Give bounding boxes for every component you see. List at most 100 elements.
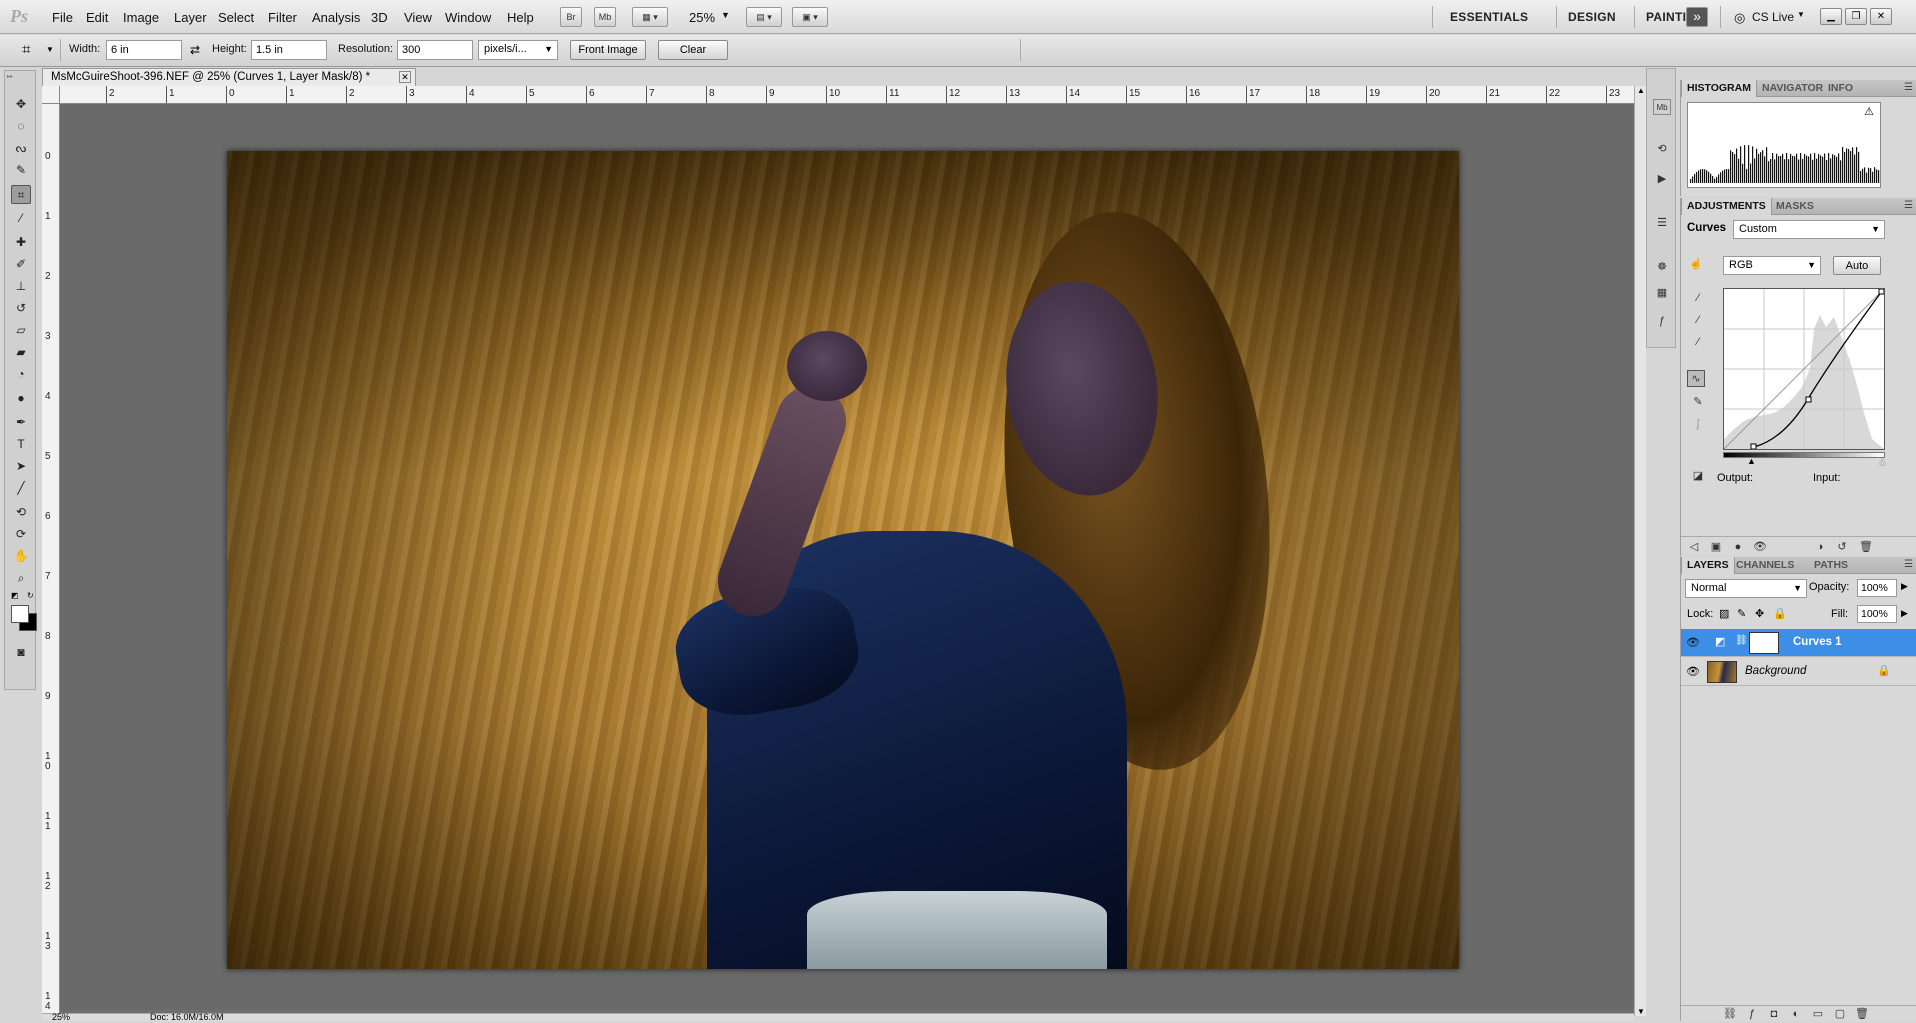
opacity-input[interactable] [1857, 579, 1897, 597]
zoom-level-dropdown[interactable]: 25% [689, 10, 715, 25]
curve-point-black[interactable] [1750, 443, 1757, 450]
menu-select[interactable]: Select [218, 10, 254, 25]
move-tool-icon[interactable]: ✥ [11, 95, 31, 114]
cs-live-menu[interactable]: CS Live [1752, 10, 1794, 24]
panel-menu-icon[interactable]: ☰ [1904, 82, 1913, 93]
return-to-list-icon[interactable]: ◁ [1685, 539, 1703, 556]
tab-masks[interactable]: MASKS [1771, 198, 1819, 215]
channel-select[interactable]: RGB ▼ [1723, 256, 1821, 275]
curves-graph[interactable] [1723, 288, 1885, 450]
history-panel-icon[interactable]: ⟲ [1653, 141, 1671, 157]
spot-healing-tool-icon[interactable]: ✚ [11, 233, 31, 252]
arrange-documents-button[interactable]: ▤ ▾ [746, 7, 782, 27]
lasso-tool-icon[interactable]: ᔓ [11, 139, 31, 158]
quick-mask-icon[interactable]: ◙ [11, 643, 31, 662]
hand-tool-icon[interactable]: ✋ [11, 547, 31, 566]
tab-channels[interactable]: CHANNELS [1731, 557, 1799, 574]
tab-paths[interactable]: PATHS [1809, 557, 1853, 574]
layer-name[interactable]: Background [1745, 665, 1806, 677]
smooth-curve-icon[interactable]: ∫ [1689, 416, 1707, 433]
brush-tool-icon[interactable]: ✐ [11, 255, 31, 274]
tab-histogram[interactable]: HISTOGRAM [1681, 80, 1757, 97]
crop-tool-icon[interactable]: ⌗ [11, 185, 31, 204]
new-group-icon[interactable]: ▭ [1809, 1006, 1827, 1023]
link-layers-icon[interactable]: ⛓ [1721, 1006, 1739, 1023]
menu-analysis[interactable]: Analysis [312, 10, 360, 25]
workspace-essentials[interactable]: ESSENTIALS [1450, 10, 1528, 24]
layer-row-background[interactable]: 👁 Background 🔒 [1681, 658, 1916, 686]
minimize-button[interactable]: ▁ [1820, 8, 1842, 25]
layer-style-icon[interactable]: ƒ [1743, 1006, 1761, 1023]
tab-navigator[interactable]: NAVIGATOR [1757, 80, 1828, 97]
link-icon[interactable]: ⛓ [1735, 635, 1748, 646]
swatches-panel-icon[interactable]: ▦ [1653, 285, 1671, 301]
lock-position-icon[interactable]: ✥ [1755, 607, 1764, 620]
new-adjustment-icon[interactable]: ◐ [1787, 1006, 1805, 1023]
delete-layer-icon[interactable]: 🗑 [1853, 1006, 1871, 1023]
vertical-ruler[interactable]: 0 1 2 3 4 5 6 7 8 9 10 11 12 13 14 [42, 104, 60, 1016]
menu-edit[interactable]: Edit [86, 10, 108, 25]
lock-all-icon[interactable]: 🔒 [1773, 607, 1787, 620]
clip-to-layer-icon[interactable]: ● [1729, 539, 1747, 556]
visibility-icon[interactable]: 👁 [1751, 539, 1769, 556]
marquee-tool-icon[interactable]: ◌ [11, 117, 31, 136]
curve-point-white[interactable] [1878, 288, 1885, 295]
white-slider-icon[interactable]: △ [1879, 456, 1886, 467]
scroll-down-icon[interactable]: ▼ [1637, 1007, 1645, 1016]
more-workspaces-button[interactable]: » [1686, 7, 1708, 27]
panel-menu-icon[interactable]: ☰ [1904, 559, 1913, 570]
workspace-design[interactable]: DESIGN [1568, 10, 1616, 24]
blur-tool-icon[interactable]: ◔ [11, 365, 31, 384]
menu-image[interactable]: Image [123, 10, 159, 25]
3d-orbit-tool-icon[interactable]: ⟳ [11, 525, 31, 544]
menu-view[interactable]: View [404, 10, 432, 25]
targeted-adjustment-icon[interactable]: ☝ [1687, 256, 1705, 273]
type-tool-icon[interactable]: T [11, 435, 31, 454]
history-brush-tool-icon[interactable]: ↺ [11, 299, 31, 318]
menu-help[interactable]: Help [507, 10, 534, 25]
ruler-origin[interactable] [42, 86, 60, 104]
preset-select[interactable]: Custom ▼ [1733, 220, 1885, 239]
tab-info[interactable]: INFO [1823, 80, 1858, 97]
line-tool-icon[interactable]: ╱ [11, 479, 31, 498]
reset-icon[interactable]: ↺ [1833, 539, 1851, 556]
menu-3d[interactable]: 3D [371, 10, 388, 25]
front-image-button[interactable]: Front Image [570, 40, 646, 60]
dodge-tool-icon[interactable]: ● [11, 389, 31, 408]
bridge-button[interactable]: Br [560, 7, 582, 27]
menu-window[interactable]: Window [445, 10, 491, 25]
actions-panel-icon[interactable]: ▶ [1653, 171, 1671, 187]
gray-point-eyedropper-icon[interactable]: ⁄ [1689, 312, 1707, 329]
white-point-eyedropper-icon[interactable]: ⁄ [1689, 334, 1707, 351]
view-extras-button[interactable]: ▦ ▾ [632, 7, 668, 27]
show-clipping-icon[interactable]: ◪ [1689, 468, 1707, 485]
close-button[interactable]: ✕ [1870, 8, 1892, 25]
zoom-chevron-icon[interactable]: ▼ [721, 10, 730, 20]
menu-filter[interactable]: Filter [268, 10, 297, 25]
resolution-unit-select[interactable]: pixels/i... ▼ [478, 40, 558, 60]
clear-button[interactable]: Clear [658, 40, 728, 60]
layer-comps-panel-icon[interactable]: ☰ [1653, 215, 1671, 231]
zoom-tool-icon[interactable]: ⌕ [11, 569, 31, 588]
swap-dimensions-icon[interactable]: ⇄ [190, 43, 200, 57]
toolbox-grip[interactable]: ▸▸ [7, 73, 33, 80]
gradient-tool-icon[interactable]: ▰ [11, 343, 31, 362]
layer-row-curves[interactable]: 👁 ◩ ⛓ Curves 1 [1681, 629, 1916, 657]
curve-point-mid[interactable] [1805, 396, 1812, 403]
mini-bridge-panel-icon[interactable]: Mb [1653, 99, 1671, 115]
layer-name[interactable]: Curves 1 [1793, 636, 1842, 648]
clone-stamp-tool-icon[interactable]: ⊥ [11, 277, 31, 296]
pencil-draw-icon[interactable]: ✎ [1689, 394, 1707, 411]
lock-image-icon[interactable]: ✎ [1737, 607, 1746, 620]
eraser-tool-icon[interactable]: ▱ [11, 321, 31, 340]
eye-icon[interactable]: 👁 [1685, 636, 1701, 650]
document-tab[interactable]: MsMcGuireShoot-396.NEF @ 25% (Curves 1, … [42, 68, 416, 86]
screen-mode-button[interactable]: ▣ ▾ [792, 7, 828, 27]
horizontal-ruler[interactable]: 2 1 0 1 2 3 4 5 6 7 8 9 10 11 12 13 14 15 16 17 18 19 20 21 22 23 [60, 86, 1634, 104]
foreground-color-swatch[interactable] [11, 605, 29, 623]
panel-menu-icon[interactable]: ☰ [1904, 200, 1913, 211]
default-colors-icon[interactable]: ◩ [11, 591, 21, 601]
path-selection-tool-icon[interactable]: ➤ [11, 457, 31, 476]
auto-button[interactable]: Auto [1833, 256, 1881, 275]
tab-adjustments[interactable]: ADJUSTMENTS [1681, 198, 1772, 215]
